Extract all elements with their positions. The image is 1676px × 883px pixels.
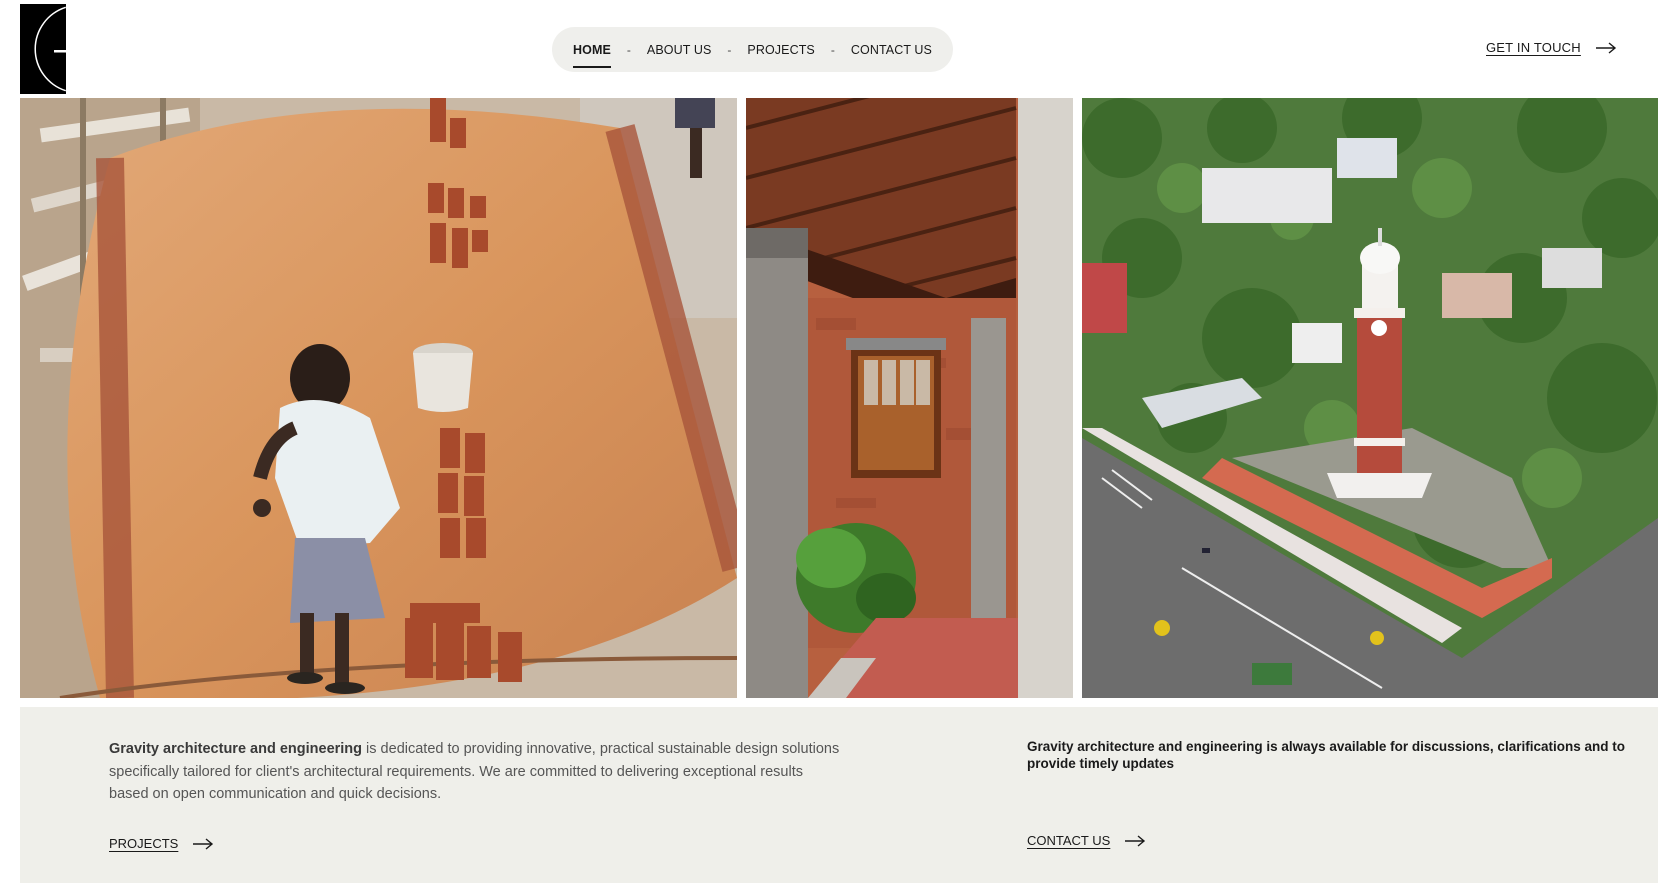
contact-us-link-label: CONTACT US xyxy=(1027,833,1111,848)
nav-separator: - xyxy=(830,42,835,57)
vault-construction-photo xyxy=(20,98,737,698)
arrow-right-icon xyxy=(193,837,214,850)
arrow-right-icon xyxy=(1125,834,1146,847)
get-in-touch-link[interactable]: GET IN TOUCH xyxy=(1486,40,1617,55)
intro-section: Gravity architecture and engineering is … xyxy=(20,707,1658,883)
nav-about-us[interactable]: ABOUT US xyxy=(643,43,715,57)
company-name-bold: Gravity architecture and engineering xyxy=(109,741,363,757)
contact-us-link[interactable]: CONTACT US xyxy=(1027,833,1146,848)
nav-contact-us[interactable]: CONTACT US xyxy=(847,43,936,57)
nav-separator: - xyxy=(626,42,631,57)
nav-home[interactable]: HOME xyxy=(569,43,615,68)
main-nav: HOME - ABOUT US - PROJECTS - CONTACT US xyxy=(552,27,953,72)
logo-icon[interactable] xyxy=(20,4,66,94)
hero-gallery xyxy=(20,98,1658,698)
arrow-right-icon xyxy=(1595,41,1616,54)
get-in-touch-label: GET IN TOUCH xyxy=(1486,40,1581,55)
site-header: HOME - ABOUT US - PROJECTS - CONTACT US … xyxy=(0,0,1676,98)
nav-projects[interactable]: PROJECTS xyxy=(743,43,818,57)
intro-paragraph: Gravity architecture and engineering is … xyxy=(109,738,844,806)
projects-link[interactable]: PROJECTS xyxy=(109,836,214,851)
projects-link-label: PROJECTS xyxy=(109,836,179,851)
veranda-photo xyxy=(746,98,1073,698)
clock-tower-aerial-photo xyxy=(1082,98,1658,698)
nav-separator: - xyxy=(727,42,732,57)
availability-text: Gravity architecture and engineering is … xyxy=(1027,739,1625,771)
